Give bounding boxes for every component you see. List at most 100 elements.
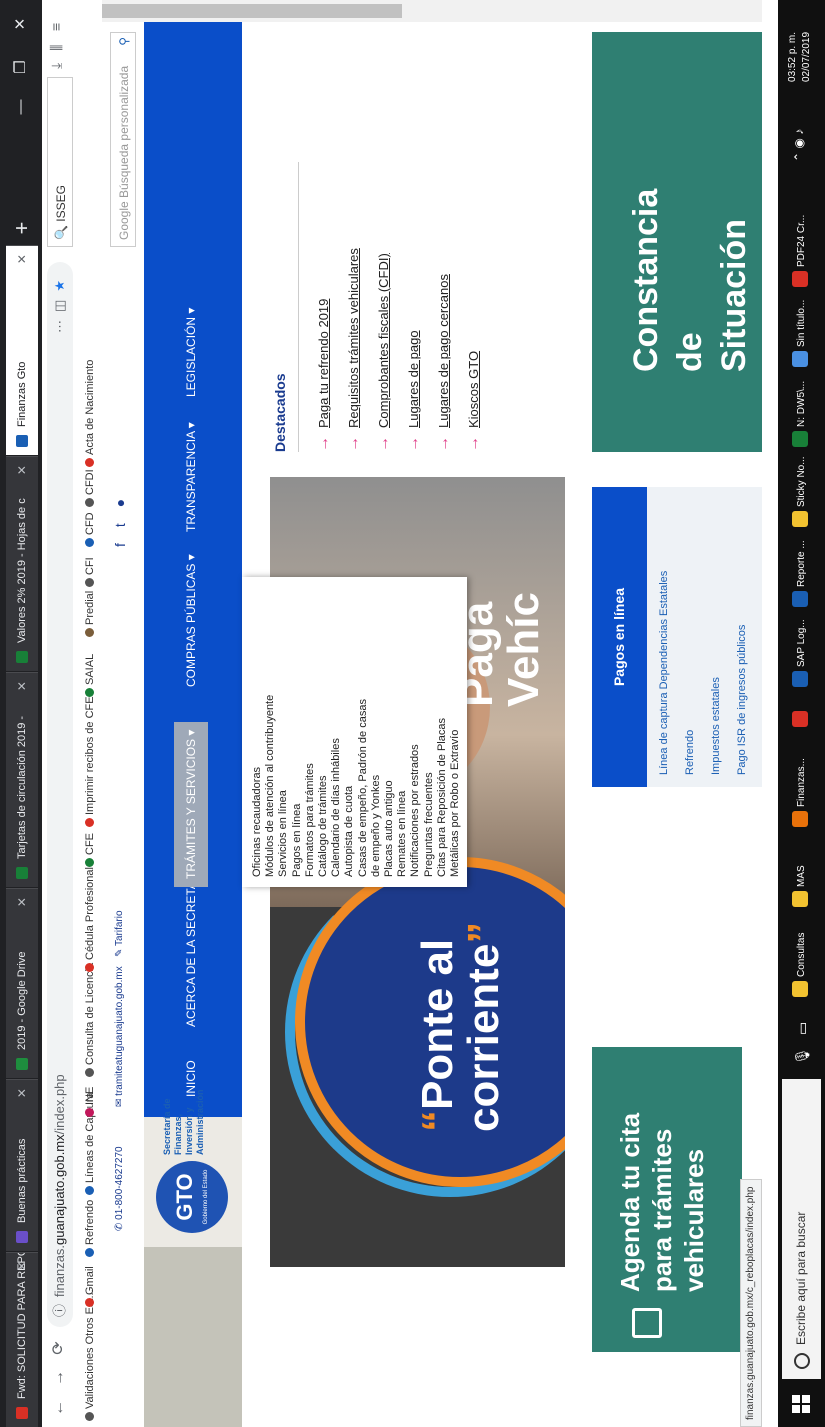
clock-time: 03:52 p. m. xyxy=(787,31,798,82)
microphone-icon[interactable]: 🎙 xyxy=(788,1047,816,1065)
taskbar-app[interactable]: PDF24 Cr... xyxy=(788,215,816,287)
nav-tramites[interactable]: TRÁMITES Y SERVICIOS ▾ xyxy=(174,721,208,887)
bookmark-item[interactable]: Imprimir recibos de CFE xyxy=(78,696,102,827)
destacados-title: Destacados xyxy=(272,162,299,452)
bookmark-item[interactable]: Refrendo xyxy=(78,1200,102,1257)
nav-legislacion[interactable]: LEGISLACIÓN ▾ xyxy=(184,308,198,397)
close-icon[interactable]: ✕ xyxy=(6,1088,38,1098)
pagos-en-linea-panel: Pagos en línea Línea de captura Dependen… xyxy=(592,487,762,787)
destacado-link[interactable]: → Lugares de pago cercanos xyxy=(429,162,459,452)
reload-icon[interactable]: ⟳ xyxy=(46,1335,72,1361)
close-icon[interactable]: ✕ xyxy=(6,897,38,907)
taskbar-app[interactable]: Finanzas... xyxy=(788,758,816,827)
tab[interactable]: Fwd: SOLICITUD PARA REPOR ✕ xyxy=(6,1252,38,1427)
library-icon[interactable]: ⫼ xyxy=(48,45,65,51)
bookmark-label: Acta de Nacimiento xyxy=(84,359,96,455)
pagos-link[interactable]: Impuestos estatales xyxy=(710,677,722,775)
tab[interactable]: Tarjetas de circulación 2019 - ✕ xyxy=(6,672,38,887)
bookmark-favicon-icon xyxy=(85,688,94,697)
tab[interactable]: Valores 2% 2019 - Hojas de c ✕ xyxy=(6,456,38,671)
scrollbar-thumb[interactable] xyxy=(102,4,402,18)
bookmark-item[interactable]: CFI xyxy=(78,557,102,587)
logo[interactable]: GTO Gobierno del Estado Secretaría de Fin… xyxy=(144,1089,242,1247)
pagos-link[interactable]: Línea de captura Dependencias Estatales xyxy=(658,571,670,775)
vertical-scrollbar[interactable] xyxy=(102,0,762,22)
address-bar[interactable]: ⓘ finanzas.guanajuato.gob.mx/index.php ⋯… xyxy=(47,262,73,1327)
bookmark-item[interactable]: Acta de Nacimiento xyxy=(78,360,102,467)
restore-button[interactable]: ❐ xyxy=(6,47,36,87)
bookmark-item[interactable]: Predial xyxy=(78,591,102,637)
taskbar-app[interactable] xyxy=(788,707,816,727)
bookmark-item[interactable]: SAIAL xyxy=(78,654,102,697)
close-icon[interactable]: ✕ xyxy=(6,681,38,691)
bookmark-label: Predial xyxy=(84,590,96,625)
taskbar-app[interactable]: MAS xyxy=(788,865,816,907)
bookmark-favicon-icon xyxy=(85,498,94,507)
app-icon xyxy=(792,981,808,997)
close-window-button[interactable]: ✕ xyxy=(6,4,36,44)
more-icon[interactable]: ⋯ xyxy=(52,312,67,333)
forward-icon[interactable]: → xyxy=(46,1365,72,1391)
pagos-link[interactable]: Pago ISR de ingresos públicos xyxy=(736,625,748,775)
tab-active[interactable]: Finanzas Gto ✕ xyxy=(6,245,38,455)
clock[interactable]: 03:52 p. m. 02/07/2019 xyxy=(786,32,814,82)
tray-icons[interactable]: ⌃ ◉ ♪ xyxy=(792,129,806,162)
search-icon[interactable]: ⚲ xyxy=(111,37,137,46)
destacado-link[interactable]: → Paga tu refrendo 2019 xyxy=(309,162,339,452)
taskbar-app[interactable]: Reporte ... xyxy=(788,540,816,607)
bookmark-item[interactable]: INE xyxy=(78,1087,102,1117)
url-text: finanzas.guanajuato.gob.mx/index.php xyxy=(52,1074,67,1297)
destacado-label: Requisitos trámites vehiculares xyxy=(346,248,361,428)
destacado-link[interactable]: → Comprobantes fiscales (CFDI) xyxy=(369,162,399,452)
twitter-icon[interactable]: t xyxy=(112,507,128,527)
taskbar-app[interactable]: Sticky No... xyxy=(788,456,816,527)
tab-label: Tarjetas de circulación 2019 - xyxy=(16,715,28,859)
nav-transparencia[interactable]: TRANSPARENCIA ▾ xyxy=(184,422,198,532)
url-prefix: finanzas. xyxy=(52,1244,67,1297)
close-icon[interactable]: ✕ xyxy=(6,465,38,475)
tarifario-link[interactable]: ✎ Tarifario xyxy=(114,910,125,957)
app-label: Sticky No... xyxy=(796,456,807,507)
taskbar-app[interactable]: Sin título... xyxy=(788,300,816,367)
dropdown-item[interactable]: Metálicas por Robo o Extravío xyxy=(446,730,464,877)
task-view-icon[interactable]: ▭ xyxy=(788,1022,816,1035)
destacado-link[interactable]: → Lugares de pago xyxy=(399,162,429,452)
pagos-link[interactable]: Refrendo xyxy=(684,730,696,775)
facebook-icon[interactable]: f xyxy=(112,527,128,547)
minimize-button[interactable]: — xyxy=(6,87,36,127)
menu-icon[interactable]: ≡ xyxy=(48,23,64,31)
browser-search-input[interactable]: 🔍 ISSEG xyxy=(47,77,73,247)
site-search-input[interactable]: Google Búsqueda personalizada ⚲ xyxy=(110,32,136,247)
tab[interactable]: 2019 - Google Drive ✕ xyxy=(6,888,38,1078)
taskbar-app[interactable]: N: DW5\... xyxy=(788,381,816,447)
bookmark-item[interactable]: Gmail xyxy=(78,1266,102,1307)
bookmark-star-icon[interactable]: ★ xyxy=(52,272,67,292)
taskbar-search-input[interactable]: Escribe aquí para buscar xyxy=(782,1079,821,1379)
taskbar-app[interactable]: SAP Log... xyxy=(788,619,816,687)
bookmark-item[interactable]: Consulta de Licencia xyxy=(78,963,102,1077)
bookmark-item[interactable]: Validaciones Otros Est... xyxy=(78,1289,102,1421)
omnibox-actions: ⋯◫★ xyxy=(47,272,73,333)
back-icon[interactable]: ← xyxy=(46,1395,72,1421)
cortana-icon xyxy=(794,1353,810,1369)
new-tab-button[interactable]: + xyxy=(8,214,36,242)
email-link[interactable]: ✉ tramiteatuguanajuato.gob.mx xyxy=(114,966,125,1107)
bookmark-item[interactable]: Cédula Profesional xyxy=(78,867,102,972)
user-icon[interactable]: ● xyxy=(112,483,128,507)
destacado-link[interactable]: → Requisitos trámites vehiculares xyxy=(339,162,369,452)
taskbar-app[interactable]: Consultas xyxy=(788,933,816,997)
pocket-icon[interactable]: ◫ xyxy=(52,292,67,312)
tab[interactable]: Buenas prácticas ✕ xyxy=(6,1079,38,1251)
close-icon[interactable]: ✕ xyxy=(6,1261,38,1271)
bookmark-item[interactable]: CFE xyxy=(78,833,102,867)
agenda-cita-card[interactable]: Agenda tu cita para trámites vehiculares xyxy=(592,1047,742,1352)
app-icon xyxy=(792,431,808,447)
windows-start-icon[interactable] xyxy=(792,1395,810,1413)
constancia-card[interactable]: Constancia de Situación xyxy=(592,32,762,452)
destacado-link[interactable]: → Kioscos GTO xyxy=(459,162,489,452)
downloads-icon[interactable]: ⤓ xyxy=(48,63,65,69)
bookmark-item[interactable]: CFDI xyxy=(78,469,102,507)
close-icon[interactable]: ✕ xyxy=(6,254,38,264)
nav-compras[interactable]: COMPRAS PÚBLICAS ▾ xyxy=(184,554,198,687)
bookmark-item[interactable]: CFD xyxy=(78,512,102,547)
